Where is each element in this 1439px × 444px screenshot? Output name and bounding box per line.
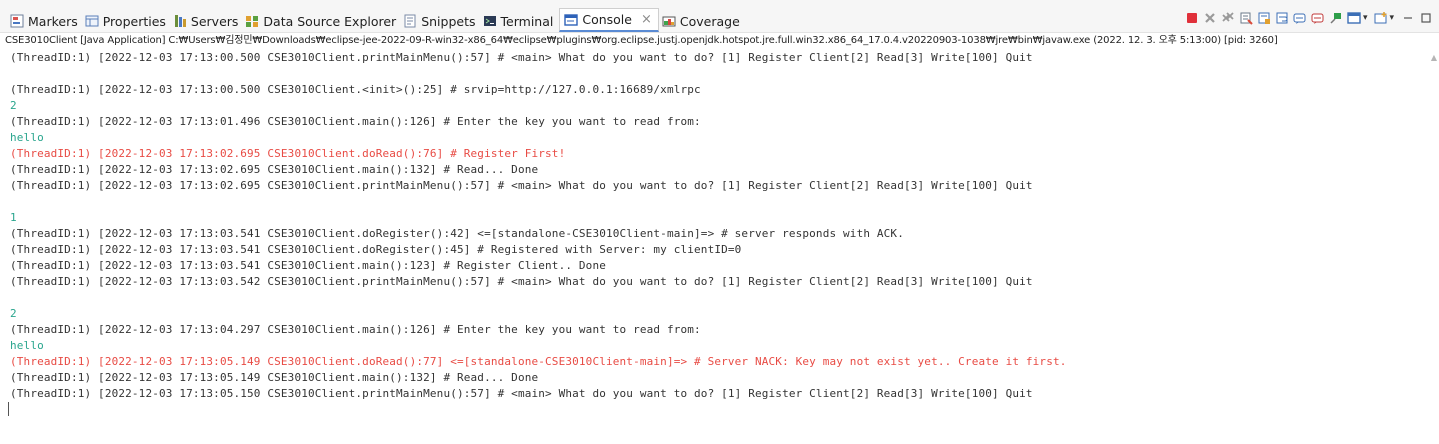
tab-markers[interactable]: Markers [9,11,82,31]
scroll-lock-button[interactable] [1257,10,1272,25]
scroll-lock-icon [1258,12,1271,24]
pin-console-icon [1330,12,1342,24]
console-output-line: (ThreadID:1) [2022-12-03 17:13:00.500 CS… [10,51,1033,64]
show-stdout-button[interactable] [1293,10,1308,25]
console-launch-description: CSE3010Client [Java Application] C:₩User… [5,35,1278,46]
terminate-icon [1187,12,1198,23]
tab-label: Terminal [500,13,554,29]
console-output-line: (ThreadID:1) [2022-12-03 17:13:00.500 CS… [10,83,701,96]
console-toolbar: ▾ ▾ [1185,10,1433,25]
console-output-line: (ThreadID:1) [2022-12-03 17:13:02.695 CS… [10,179,1033,192]
show-stderr-button[interactable] [1311,10,1326,25]
console-output-line: (ThreadID:1) [2022-12-03 17:13:03.541 CS… [10,243,742,256]
chevron-down-icon[interactable]: ▾ [1389,13,1394,23]
terminal-icon [483,14,497,28]
tab-console[interactable]: Console × [559,8,659,32]
console-input-line: 2 [10,307,17,320]
clear-console-icon [1240,12,1254,25]
console-input-line: hello [10,339,44,352]
console-output-line: (ThreadID:1) [2022-12-03 17:13:05.150 CS… [10,387,1033,400]
tab-data-source-explorer[interactable]: Data Source Explorer [244,11,400,31]
tab-label: Console [582,12,632,27]
console-output-line: (ThreadID:1) [2022-12-03 17:13:03.541 CS… [10,259,606,272]
tab-label: Properties [102,13,166,29]
tab-snippets[interactable]: Snippets [402,11,479,31]
snippets-icon [403,14,417,28]
terminate-button[interactable] [1185,10,1200,25]
display-selected-console-icon [1347,11,1362,24]
show-stdout-icon [1293,13,1306,24]
console-output-line: (ThreadID:1) [2022-12-03 17:13:01.496 CS… [10,115,701,128]
tab-label: Snippets [421,13,476,29]
console-output-area[interactable]: (ThreadID:1) [2022-12-03 17:13:00.500 CS… [0,48,1439,444]
show-stderr-icon [1311,13,1324,24]
console-output-line: (ThreadID:1) [2022-12-03 17:13:05.149 CS… [10,371,539,384]
console-output-line: (ThreadID:1) [2022-12-03 17:13:03.542 CS… [10,275,1033,288]
coverage-icon [662,14,676,28]
console-icon [564,13,579,27]
console-view-tab-bar: Markers Properties Servers Data Source Expl… [0,0,1439,33]
tab-label: Coverage [679,13,740,29]
console-output-line: (ThreadID:1) [2022-12-03 17:13:03.541 CS… [10,227,904,240]
open-console-icon [1374,11,1387,23]
remove-launch-button[interactable] [1203,10,1218,25]
clear-console-button[interactable] [1239,10,1254,25]
console-input-line: 2 [10,99,17,112]
open-console-button[interactable] [1373,10,1388,25]
tab-properties[interactable]: Properties [84,11,170,31]
minimize-button[interactable] [1400,10,1415,25]
console-error-line: (ThreadID:1) [2022-12-03 17:13:05.149 CS… [10,355,1067,368]
servers-icon [173,14,187,28]
markers-icon [10,14,24,28]
text-cursor [8,402,9,416]
console-input-line: hello [10,131,44,144]
properties-icon [85,14,99,28]
tab-label: Markers [28,13,78,29]
tab-label: Servers [190,13,239,29]
maximize-icon [1420,12,1431,23]
pin-console-button[interactable] [1329,10,1344,25]
word-wrap-button[interactable] [1275,10,1290,25]
console-error-line: (ThreadID:1) [2022-12-03 17:13:02.695 CS… [10,147,566,160]
remove-all-terminated-icon [1222,11,1235,22]
remove-launch-icon [1205,12,1216,23]
data-source-explorer-icon [245,14,259,28]
display-selected-console-button[interactable] [1347,10,1362,25]
tab-servers[interactable]: Servers [172,11,243,31]
remove-all-terminated-button[interactable] [1221,10,1236,25]
scroll-up-arrow-icon[interactable]: ▲ [1431,53,1437,62]
tab-terminal[interactable]: Terminal [482,11,558,31]
maximize-button[interactable] [1418,10,1433,25]
minimize-icon [1403,16,1412,19]
tab-label: Data Source Explorer [263,13,397,29]
console-input-line: 1 [10,211,17,224]
tab-coverage[interactable]: Coverage [661,11,744,31]
close-tab-icon[interactable]: × [641,13,652,26]
view-tabs: Markers Properties Servers Data Source Expl… [9,8,746,32]
console-output-line: (ThreadID:1) [2022-12-03 17:13:04.297 CS… [10,323,701,336]
vertical-scrollbar[interactable]: ▲ [1425,48,1439,444]
console-output-lines[interactable]: (ThreadID:1) [2022-12-03 17:13:00.500 CS… [10,50,1420,402]
word-wrap-icon [1276,12,1288,23]
console-output-line: (ThreadID:1) [2022-12-03 17:13:02.695 CS… [10,163,539,176]
chevron-down-icon[interactable]: ▾ [1363,13,1368,23]
